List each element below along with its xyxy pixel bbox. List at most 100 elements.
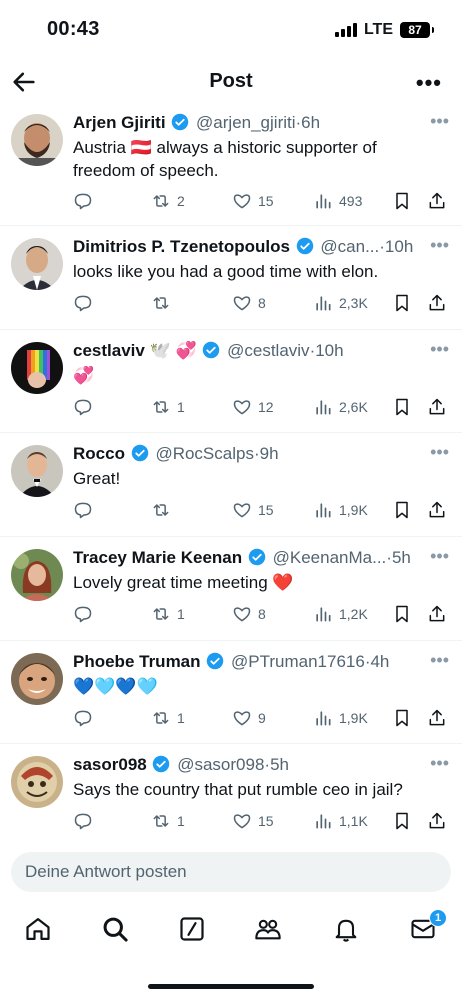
more-options-button[interactable]: ••• xyxy=(416,70,442,96)
repost-button[interactable] xyxy=(151,498,177,522)
verified-badge-icon xyxy=(202,341,220,359)
post-more-button[interactable]: ••• xyxy=(430,443,449,461)
author-handle[interactable]: @KeenanMa... xyxy=(273,548,387,567)
author-name[interactable]: Tracey Marie Keenan xyxy=(73,548,242,567)
avatar[interactable] xyxy=(11,653,63,705)
bookmark-button[interactable] xyxy=(392,602,412,626)
like-button[interactable]: 8 xyxy=(232,602,266,626)
avatar[interactable] xyxy=(11,756,63,808)
views-button[interactable]: 1,1K xyxy=(313,809,368,833)
like-button[interactable]: 15 xyxy=(232,498,274,522)
post-more-button[interactable]: ••• xyxy=(430,112,449,130)
search-icon[interactable] xyxy=(101,915,131,945)
views-icon xyxy=(313,604,333,624)
author-name[interactable]: sasor098 xyxy=(73,755,147,774)
bookmark-button[interactable] xyxy=(392,291,412,315)
views-button[interactable]: 1,9K xyxy=(313,498,368,522)
like-button[interactable]: 9 xyxy=(232,706,266,730)
repost-button[interactable]: 2 xyxy=(151,189,185,213)
views-button[interactable]: 2,3K xyxy=(313,291,368,315)
post-text: Says the country that put rumble ceo in … xyxy=(73,780,403,799)
bookmark-icon xyxy=(392,708,412,728)
repost-button[interactable] xyxy=(151,291,177,315)
author-name[interactable]: Phoebe Truman xyxy=(73,652,201,671)
bookmark-button[interactable] xyxy=(392,189,412,213)
reply-post[interactable]: Dimitrios P. Tzenetopoulos @can...·10h •… xyxy=(0,226,462,330)
author-handle[interactable]: @PTruman17616 xyxy=(231,652,365,671)
post-more-button[interactable]: ••• xyxy=(430,651,449,669)
reply-post[interactable]: Tracey Marie Keenan @KeenanMa...·5h ••• … xyxy=(0,537,462,641)
repost-button[interactable]: 1 xyxy=(151,706,185,730)
home-icon[interactable] xyxy=(24,915,54,945)
like-icon xyxy=(232,191,252,211)
notifications-bell-icon[interactable] xyxy=(332,915,362,945)
post-more-button[interactable]: ••• xyxy=(430,236,449,254)
bookmark-button[interactable] xyxy=(392,395,412,419)
post-more-button[interactable]: ••• xyxy=(430,754,449,772)
reply-button[interactable] xyxy=(73,291,99,315)
reply-button[interactable] xyxy=(73,706,99,730)
reply-button[interactable] xyxy=(73,498,99,522)
share-button[interactable] xyxy=(427,498,447,522)
repost-button[interactable]: 1 xyxy=(151,809,185,833)
like-button[interactable]: 12 xyxy=(232,395,274,419)
avatar[interactable] xyxy=(11,238,63,290)
bookmark-button[interactable] xyxy=(392,809,412,833)
avatar[interactable] xyxy=(11,114,63,166)
share-button[interactable] xyxy=(427,189,447,213)
verified-badge-icon xyxy=(296,237,314,255)
reply-button[interactable] xyxy=(73,602,99,626)
reply-post[interactable]: sasor098 @sasor098·5h ••• Says the count… xyxy=(0,744,462,847)
like-button[interactable]: 15 xyxy=(232,809,274,833)
author-name[interactable]: Dimitrios P. Tzenetopoulos xyxy=(73,237,290,256)
views-button[interactable]: 1,2K xyxy=(313,602,368,626)
share-button[interactable] xyxy=(427,809,447,833)
bookmark-button[interactable] xyxy=(392,498,412,522)
reply-button[interactable] xyxy=(73,395,99,419)
author-handle[interactable]: @cestlaviv xyxy=(227,341,309,360)
repost-button[interactable]: 1 xyxy=(151,395,185,419)
share-button[interactable] xyxy=(427,602,447,626)
author-handle[interactable]: @can... xyxy=(320,237,379,256)
author-handle[interactable]: @sasor098 xyxy=(177,755,264,774)
messages-envelope-icon[interactable]: 1 xyxy=(409,909,447,945)
post-more-button[interactable]: ••• xyxy=(430,547,449,565)
compose-icon[interactable] xyxy=(178,915,208,945)
avatar[interactable] xyxy=(11,342,63,394)
like-count: 15 xyxy=(258,813,274,829)
status-bar: 00:43 LTE 87 xyxy=(0,0,462,62)
post-actions: 8 2,3K xyxy=(73,291,451,315)
author-name[interactable]: cestlaviv xyxy=(73,341,145,360)
like-button[interactable]: 15 xyxy=(232,189,274,213)
reply-input[interactable]: Deine Antwort posten xyxy=(11,852,451,892)
reply-button[interactable] xyxy=(73,189,99,213)
bookmark-icon xyxy=(392,293,412,313)
views-button[interactable]: 1,9K xyxy=(313,706,368,730)
views-button[interactable]: 493 xyxy=(313,189,362,213)
views-button[interactable]: 2,6K xyxy=(313,395,368,419)
share-button[interactable] xyxy=(427,395,447,419)
post-header: cestlaviv 🕊️ 💞 @cestlaviv·10h xyxy=(73,340,420,362)
reply-post[interactable]: Phoebe Truman @PTruman17616·4h ••• 💙🩵💙🩵 … xyxy=(0,641,462,744)
communities-icon[interactable] xyxy=(254,915,284,945)
share-icon xyxy=(427,708,447,728)
like-button[interactable]: 8 xyxy=(232,291,266,315)
repost-button[interactable]: 1 xyxy=(151,602,185,626)
reply-button[interactable] xyxy=(73,809,99,833)
author-name[interactable]: Arjen Gjiriti xyxy=(73,113,166,132)
author-handle[interactable]: @arjen_gjiriti xyxy=(196,113,295,132)
share-button[interactable] xyxy=(427,706,447,730)
post-actions: 2 15 493 xyxy=(73,189,451,213)
reply-post[interactable]: Rocco @RocScalps·9h ••• Great! 15 1,9K xyxy=(0,433,462,537)
author-handle[interactable]: @RocScalps xyxy=(155,444,254,463)
author-name[interactable]: Rocco xyxy=(73,444,125,463)
share-button[interactable] xyxy=(427,291,447,315)
post-more-button[interactable]: ••• xyxy=(430,340,449,358)
reply-post[interactable]: Arjen Gjiriti @arjen_gjiriti·6h ••• Aust… xyxy=(0,106,462,226)
bookmark-button[interactable] xyxy=(392,706,412,730)
views-icon xyxy=(313,293,333,313)
views-count: 1,1K xyxy=(339,813,368,829)
avatar[interactable] xyxy=(11,445,63,497)
avatar[interactable] xyxy=(11,549,63,601)
reply-post[interactable]: cestlaviv 🕊️ 💞 @cestlaviv·10h ••• 💞 1 12 2… xyxy=(0,330,462,433)
